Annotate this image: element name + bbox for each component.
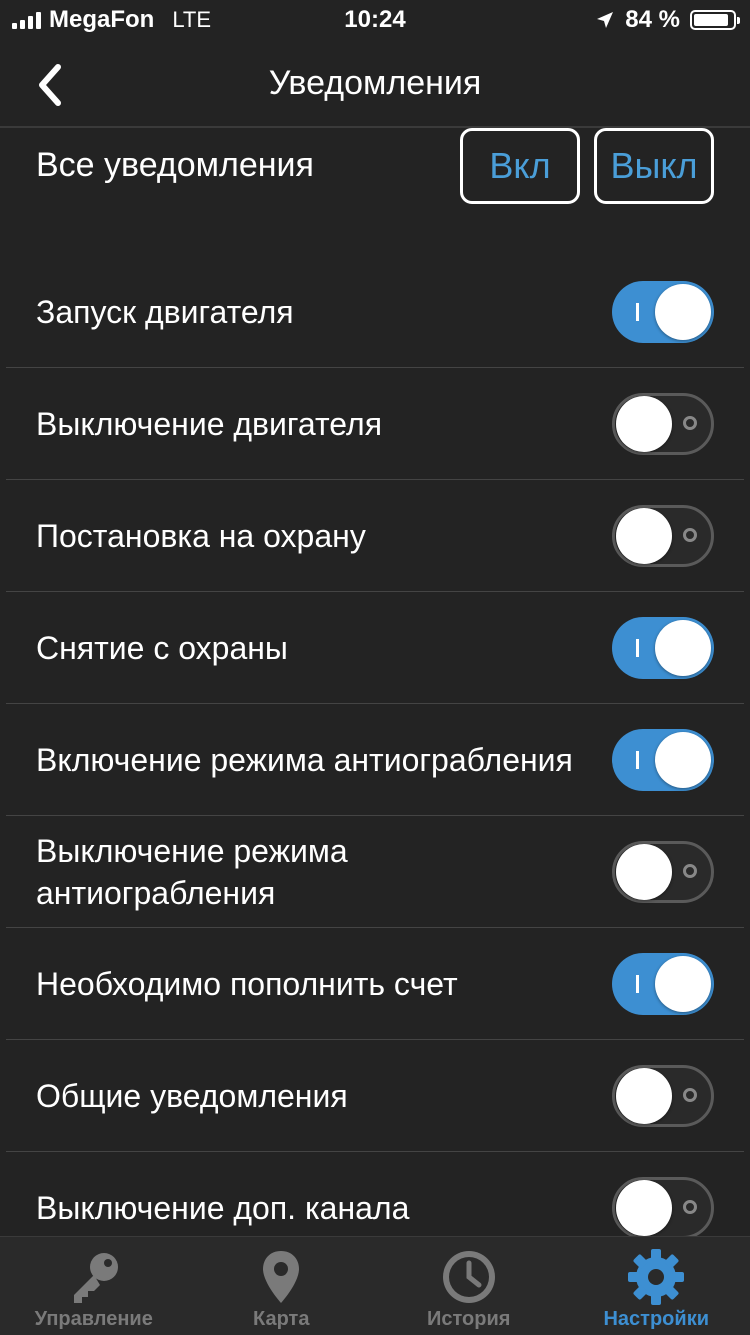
notification-toggle[interactable] <box>612 841 714 903</box>
gear-icon <box>626 1247 686 1307</box>
battery-percent: 84 % <box>625 6 680 34</box>
toggle-off-mark-icon <box>683 528 697 542</box>
tab-label: Управление <box>0 1308 188 1331</box>
notification-toggle[interactable] <box>612 505 714 567</box>
tab-history[interactable]: История <box>375 1237 563 1335</box>
tab-control[interactable]: Управление <box>0 1237 188 1335</box>
toggle-knob <box>616 396 672 452</box>
notification-list: Запуск двигателя Выключение двигателя Пост… <box>0 256 750 1264</box>
notification-row: Необходимо пополнить счет <box>6 928 744 1040</box>
tab-bar: Управление Карта История <box>0 1236 750 1335</box>
notification-toggle[interactable] <box>612 1177 714 1239</box>
notification-row: Выключение режима антиограбления <box>6 816 744 928</box>
location-arrow-icon <box>595 10 615 30</box>
toggle-knob <box>655 732 711 788</box>
notification-label: Запуск двигателя <box>36 291 576 333</box>
nav-header: Уведомления <box>0 40 750 128</box>
notification-label: Включение режима антиограбления <box>36 739 576 781</box>
toggle-on-mark-icon <box>636 751 639 769</box>
tab-map[interactable]: Карта <box>188 1237 376 1335</box>
notification-toggle[interactable] <box>612 729 714 791</box>
notification-toggle[interactable] <box>612 1065 714 1127</box>
page-title: Уведомления <box>0 64 750 103</box>
notification-row: Включение режима антиограбления <box>6 704 744 816</box>
all-notifications-row: Все уведомления Вкл Выкл <box>0 128 750 218</box>
toggle-knob <box>616 844 672 900</box>
notification-label: Общие уведомления <box>36 1075 576 1117</box>
notification-label: Снятие с охраны <box>36 627 576 669</box>
notification-row: Выключение двигателя <box>6 368 744 480</box>
map-pin-icon <box>251 1247 311 1307</box>
key-icon <box>64 1247 124 1307</box>
all-off-button[interactable]: Выкл <box>594 128 714 204</box>
notification-toggle[interactable] <box>612 617 714 679</box>
toggle-knob <box>655 956 711 1012</box>
notification-toggle[interactable] <box>612 953 714 1015</box>
notification-label: Выключение режима антиограбления <box>36 830 576 914</box>
notification-toggle[interactable] <box>612 281 714 343</box>
clock-icon <box>439 1247 499 1307</box>
notification-row: Запуск двигателя <box>6 256 744 368</box>
toggle-off-mark-icon <box>683 864 697 878</box>
toggle-on-mark-icon <box>636 975 639 993</box>
notification-label: Выключение доп. канала <box>36 1187 576 1229</box>
toggle-knob <box>616 1068 672 1124</box>
tab-settings[interactable]: Настройки <box>563 1237 750 1335</box>
toggle-off-mark-icon <box>683 1200 697 1214</box>
toggle-knob <box>616 508 672 564</box>
tab-label: Настройки <box>563 1308 750 1331</box>
notification-label: Выключение двигателя <box>36 403 576 445</box>
status-bar: MegaFon LTE 10:24 84 % <box>0 0 750 40</box>
all-on-button[interactable]: Вкл <box>460 128 580 204</box>
notification-toggle[interactable] <box>612 393 714 455</box>
battery-icon <box>690 10 736 30</box>
all-notifications-label: Все уведомления <box>36 146 314 185</box>
toggle-off-mark-icon <box>683 416 697 430</box>
notification-row: Постановка на охрану <box>6 480 744 592</box>
notification-row: Снятие с охраны <box>6 592 744 704</box>
toggle-on-mark-icon <box>636 639 639 657</box>
notification-label: Необходимо пополнить счет <box>36 963 576 1005</box>
notification-row: Общие уведомления <box>6 1040 744 1152</box>
toggle-knob <box>616 1180 672 1236</box>
tab-label: История <box>375 1308 563 1331</box>
notification-label: Постановка на охрану <box>36 515 576 557</box>
tab-label: Карта <box>188 1308 376 1331</box>
toggle-on-mark-icon <box>636 303 639 321</box>
toggle-off-mark-icon <box>683 1088 697 1102</box>
status-right: 84 % <box>595 6 736 34</box>
toggle-knob <box>655 284 711 340</box>
toggle-knob <box>655 620 711 676</box>
